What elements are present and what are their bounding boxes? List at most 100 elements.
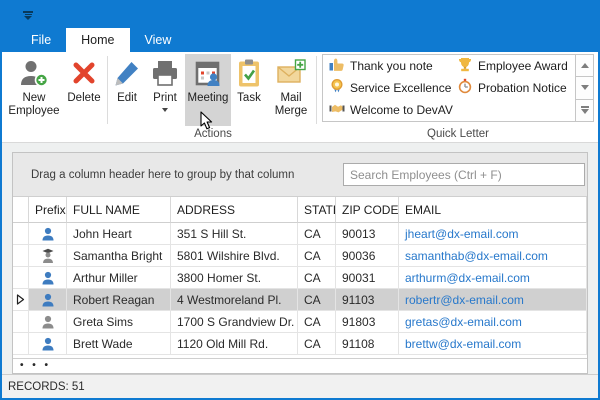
edit-button[interactable]: Edit: [109, 54, 145, 126]
quick-letter-item-probation-notice[interactable]: Probation Notice: [453, 77, 575, 99]
table-row[interactable]: Greta Sims 1700 S Grandview Dr. CA 91803…: [13, 311, 587, 333]
button-label: Edit: [117, 92, 137, 104]
button-label: Task: [237, 92, 261, 104]
column-header-state[interactable]: STATE: [298, 197, 336, 223]
print-icon: [149, 57, 181, 89]
full-name-cell: Robert Reagan: [67, 289, 171, 311]
print-dropdown-arrow-icon[interactable]: [162, 108, 168, 112]
group-by-hint: Drag a column header here to group by th…: [31, 168, 295, 181]
button-label: Print: [153, 92, 177, 104]
column-header-address[interactable]: ADDRESS: [171, 197, 298, 223]
task-button[interactable]: Task: [231, 54, 267, 126]
table-row-selected[interactable]: Robert Reagan 4 Westmoreland Pl. CA 9110…: [13, 289, 587, 311]
thumbs-up-icon: [329, 56, 345, 77]
grid-footer[interactable]: • • •: [13, 358, 587, 373]
prefix-cell: [29, 333, 67, 355]
bar: [24, 13, 32, 15]
quick-letter-item-employee-award[interactable]: Employee Award: [453, 55, 575, 77]
table-row[interactable]: John Heart 351 S Hill St. CA 90013 jhear…: [13, 223, 587, 245]
zip-cell: 90013: [336, 223, 399, 245]
up-arrow-icon: [580, 63, 589, 69]
state-cell: CA: [298, 245, 336, 267]
full-name-cell: Greta Sims: [67, 311, 171, 333]
column-header-zip[interactable]: ZIP CODE: [336, 197, 399, 223]
ribbon-options-icon[interactable]: [22, 11, 34, 20]
actions-group-label: Actions: [194, 128, 232, 140]
quick-letter-item-service-excellence[interactable]: Service Excellence: [325, 77, 453, 99]
zip-cell: 90031: [336, 267, 399, 289]
prefix-cell: [29, 311, 67, 333]
email-link[interactable]: brettw@dx-email.com: [399, 333, 587, 355]
records-count: RECORDS: 51: [8, 380, 85, 393]
column-header-email[interactable]: EMAIL: [399, 197, 587, 223]
quick-letter-item-thank-you-note[interactable]: Thank you note: [325, 55, 453, 77]
quick-letter-items: Thank you note Employee Award Service Ex…: [323, 55, 575, 121]
delete-icon: [68, 57, 100, 89]
tab-view[interactable]: View: [130, 28, 187, 52]
tab-home[interactable]: Home: [66, 28, 130, 52]
quick-letter-item-label: Thank you note: [350, 59, 433, 73]
gallery-dropdown-button[interactable]: [576, 99, 593, 121]
stopwatch-icon: [457, 78, 473, 99]
column-header-full-name[interactable]: FULL NAME: [67, 197, 171, 223]
mail-merge-icon: [275, 57, 307, 89]
gallery-scroll-up-button[interactable]: [576, 55, 593, 78]
tab-file[interactable]: File: [16, 28, 66, 52]
ribbon-separator: [316, 56, 317, 124]
prefix-cell: [29, 289, 67, 311]
address-cell: 3800 Homer St.: [171, 267, 298, 289]
ribbon-separator: [107, 56, 108, 124]
button-label: Mail Merge: [274, 92, 308, 117]
zip-cell: 91108: [336, 333, 399, 355]
status-bar: RECORDS: 51: [2, 374, 598, 398]
grid-footer-dots: • • •: [20, 360, 52, 371]
button-label: New Employee: [8, 92, 60, 117]
email-link[interactable]: arthurm@dx-email.com: [399, 267, 587, 289]
email-link[interactable]: samanthab@dx-email.com: [399, 245, 587, 267]
ribbon: New Employee Delete Edit Print Meeting T…: [2, 52, 598, 143]
titlebar: [2, 2, 598, 28]
print-button[interactable]: Print: [145, 54, 185, 126]
full-name-cell: John Heart: [67, 223, 171, 245]
grid-body: Prefix FULL NAME ADDRESS STATE ZIP CODE …: [13, 197, 587, 373]
person-gray-icon: [42, 315, 53, 328]
email-link[interactable]: robertr@dx-email.com: [399, 289, 587, 311]
zip-cell: 91803: [336, 311, 399, 333]
state-cell: CA: [298, 223, 336, 245]
row-indicator-cell: [13, 223, 29, 245]
quick-letter-item-label: Probation Notice: [477, 81, 567, 95]
medal-icon: [329, 78, 345, 99]
person-blue-icon: [42, 227, 53, 240]
prefix-cell: [29, 245, 67, 267]
new-employee-icon: [18, 57, 50, 89]
row-indicator-cell: [13, 289, 29, 311]
button-label: Meeting: [187, 92, 229, 104]
zip-cell: 90036: [336, 245, 399, 267]
table-row[interactable]: Arthur Miller 3800 Homer St. CA 90031 ar…: [13, 267, 587, 289]
task-icon: [233, 57, 265, 89]
person-graduate-icon: [42, 248, 53, 263]
quick-letter-group-label: Quick Letter: [427, 128, 489, 140]
search-input[interactable]: [343, 163, 585, 186]
mail-merge-button[interactable]: Mail Merge: [267, 54, 315, 126]
full-name-cell: Brett Wade: [67, 333, 171, 355]
new-employee-button[interactable]: New Employee: [6, 54, 62, 126]
table-row[interactable]: Samantha Bright 5801 Wilshire Blvd. CA 9…: [13, 245, 587, 267]
gallery-scroll-down-button[interactable]: [576, 77, 593, 100]
column-header-prefix[interactable]: Prefix: [29, 197, 67, 223]
app-window: File Home View New Employee Delete Edit …: [0, 0, 600, 400]
row-indicator-cell: [13, 311, 29, 333]
quick-letter-gallery: Thank you note Employee Award Service Ex…: [322, 54, 594, 122]
full-name-cell: Arthur Miller: [67, 267, 171, 289]
delete-button[interactable]: Delete: [62, 54, 106, 126]
quick-letter-item-welcome-to-devav[interactable]: Welcome to DevAV: [325, 99, 453, 121]
down-arrow-icon: [580, 85, 589, 91]
group-by-panel[interactable]: Drag a column header here to group by th…: [13, 153, 587, 197]
email-link[interactable]: jheart@dx-email.com: [399, 223, 587, 245]
table-row[interactable]: Brett Wade 1120 Old Mill Rd. CA 91108 br…: [13, 333, 587, 355]
state-cell: CA: [298, 333, 336, 355]
email-link[interactable]: gretas@dx-email.com: [399, 311, 587, 333]
focused-row-arrow-icon: [16, 294, 25, 305]
dropdown-bar: [580, 106, 589, 108]
meeting-button[interactable]: Meeting: [185, 54, 231, 126]
